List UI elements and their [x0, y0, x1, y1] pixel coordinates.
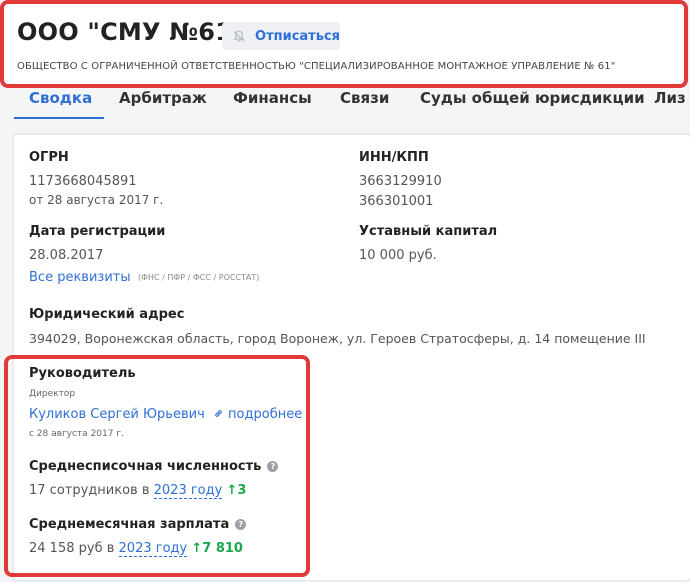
- salary-text: 24 158 руб в: [29, 541, 115, 556]
- inn-value: 3663129910: [359, 174, 442, 189]
- headcount-delta: ↑3: [226, 483, 246, 498]
- arrow-up-icon: ↑: [226, 483, 238, 498]
- headcount-row: 17 сотрудников в 2023 году ↑3: [29, 483, 246, 499]
- headcount-text: 17 сотрудников в: [29, 483, 150, 498]
- registration-label: Дата регистрации: [29, 224, 166, 239]
- unsubscribe-label: Отписаться: [255, 28, 340, 44]
- tab-general-courts[interactable]: Суды общей юрисдикции: [420, 89, 645, 107]
- manager-row: Куликов Сергей Юрьевич подробнее: [29, 407, 302, 422]
- ogrn-date: от 28 августа 2017 г.: [29, 193, 164, 207]
- address-value: 394029, Воронежская область, город Ворон…: [29, 331, 646, 346]
- kpp-value: 366301001: [359, 194, 434, 209]
- salary-row: 24 158 руб в 2023 году ↑7 810: [29, 541, 243, 557]
- arrow-up-icon: ↑: [191, 541, 203, 556]
- salary-year-link[interactable]: 2023 году: [118, 541, 188, 557]
- tab-finance[interactable]: Финансы: [233, 89, 312, 107]
- ogrn-value: 1173668045891: [29, 174, 137, 189]
- capital-value: 10 000 руб.: [359, 248, 437, 263]
- active-tab-indicator: [14, 117, 104, 119]
- inn-label: ИНН/КПП: [359, 150, 429, 165]
- manager-name-link[interactable]: Куликов Сергей Юрьевич: [29, 407, 205, 422]
- link-icon: [215, 410, 222, 417]
- requisites-note: (ФНС / ПФР / ФСС / РОССТАТ): [138, 273, 260, 282]
- headcount-year-link[interactable]: 2023 году: [153, 483, 223, 499]
- manager-more-link[interactable]: подробнее: [213, 407, 302, 422]
- help-icon[interactable]: ?: [235, 519, 247, 530]
- capital-label: Уставный капитал: [359, 224, 498, 239]
- tab-arbitration[interactable]: Арбитраж: [119, 89, 207, 107]
- salary-delta: ↑7 810: [191, 541, 243, 556]
- tab-summary[interactable]: Сводка: [29, 89, 92, 107]
- bell-off-icon: [233, 30, 245, 42]
- company-short-name: ООО "СМУ №61": [17, 18, 245, 46]
- company-header: ООО "СМУ №61" Отписаться ОБЩЕСТВО С ОГРА…: [0, 0, 688, 88]
- ogrn-label: ОГРН: [29, 150, 69, 165]
- headcount-label-text: Среднесписочная численность: [29, 459, 262, 474]
- manager-since: с 28 августа 2017 г.: [29, 429, 124, 439]
- tab-bar: Сводка Арбитраж Финансы Связи Суды общей…: [14, 88, 690, 118]
- registration-date: 28.08.2017: [29, 248, 104, 263]
- unsubscribe-button[interactable]: Отписаться: [222, 22, 340, 50]
- tab-leasing[interactable]: Лиз: [654, 89, 686, 107]
- help-icon[interactable]: ?: [267, 461, 279, 472]
- manager-label: Руководитель: [29, 366, 136, 381]
- salary-delta-value: 7 810: [202, 541, 243, 556]
- manager-more-label: подробнее: [228, 407, 303, 422]
- headcount-label: Среднесписочная численность?: [29, 459, 279, 474]
- headcount-delta-value: 3: [237, 483, 247, 498]
- tab-connections[interactable]: Связи: [340, 89, 389, 107]
- salary-label-text: Среднемесячная зарплата: [29, 517, 230, 532]
- salary-label: Среднемесячная зарплата?: [29, 517, 247, 532]
- address-label: Юридический адрес: [29, 307, 185, 322]
- all-requisites-link[interactable]: Все реквизиты: [29, 270, 131, 285]
- company-full-name: ОБЩЕСТВО С ОГРАНИЧЕННОЙ ОТВЕТСТВЕННОСТЬЮ…: [17, 61, 616, 72]
- manager-role: Директор: [29, 389, 76, 399]
